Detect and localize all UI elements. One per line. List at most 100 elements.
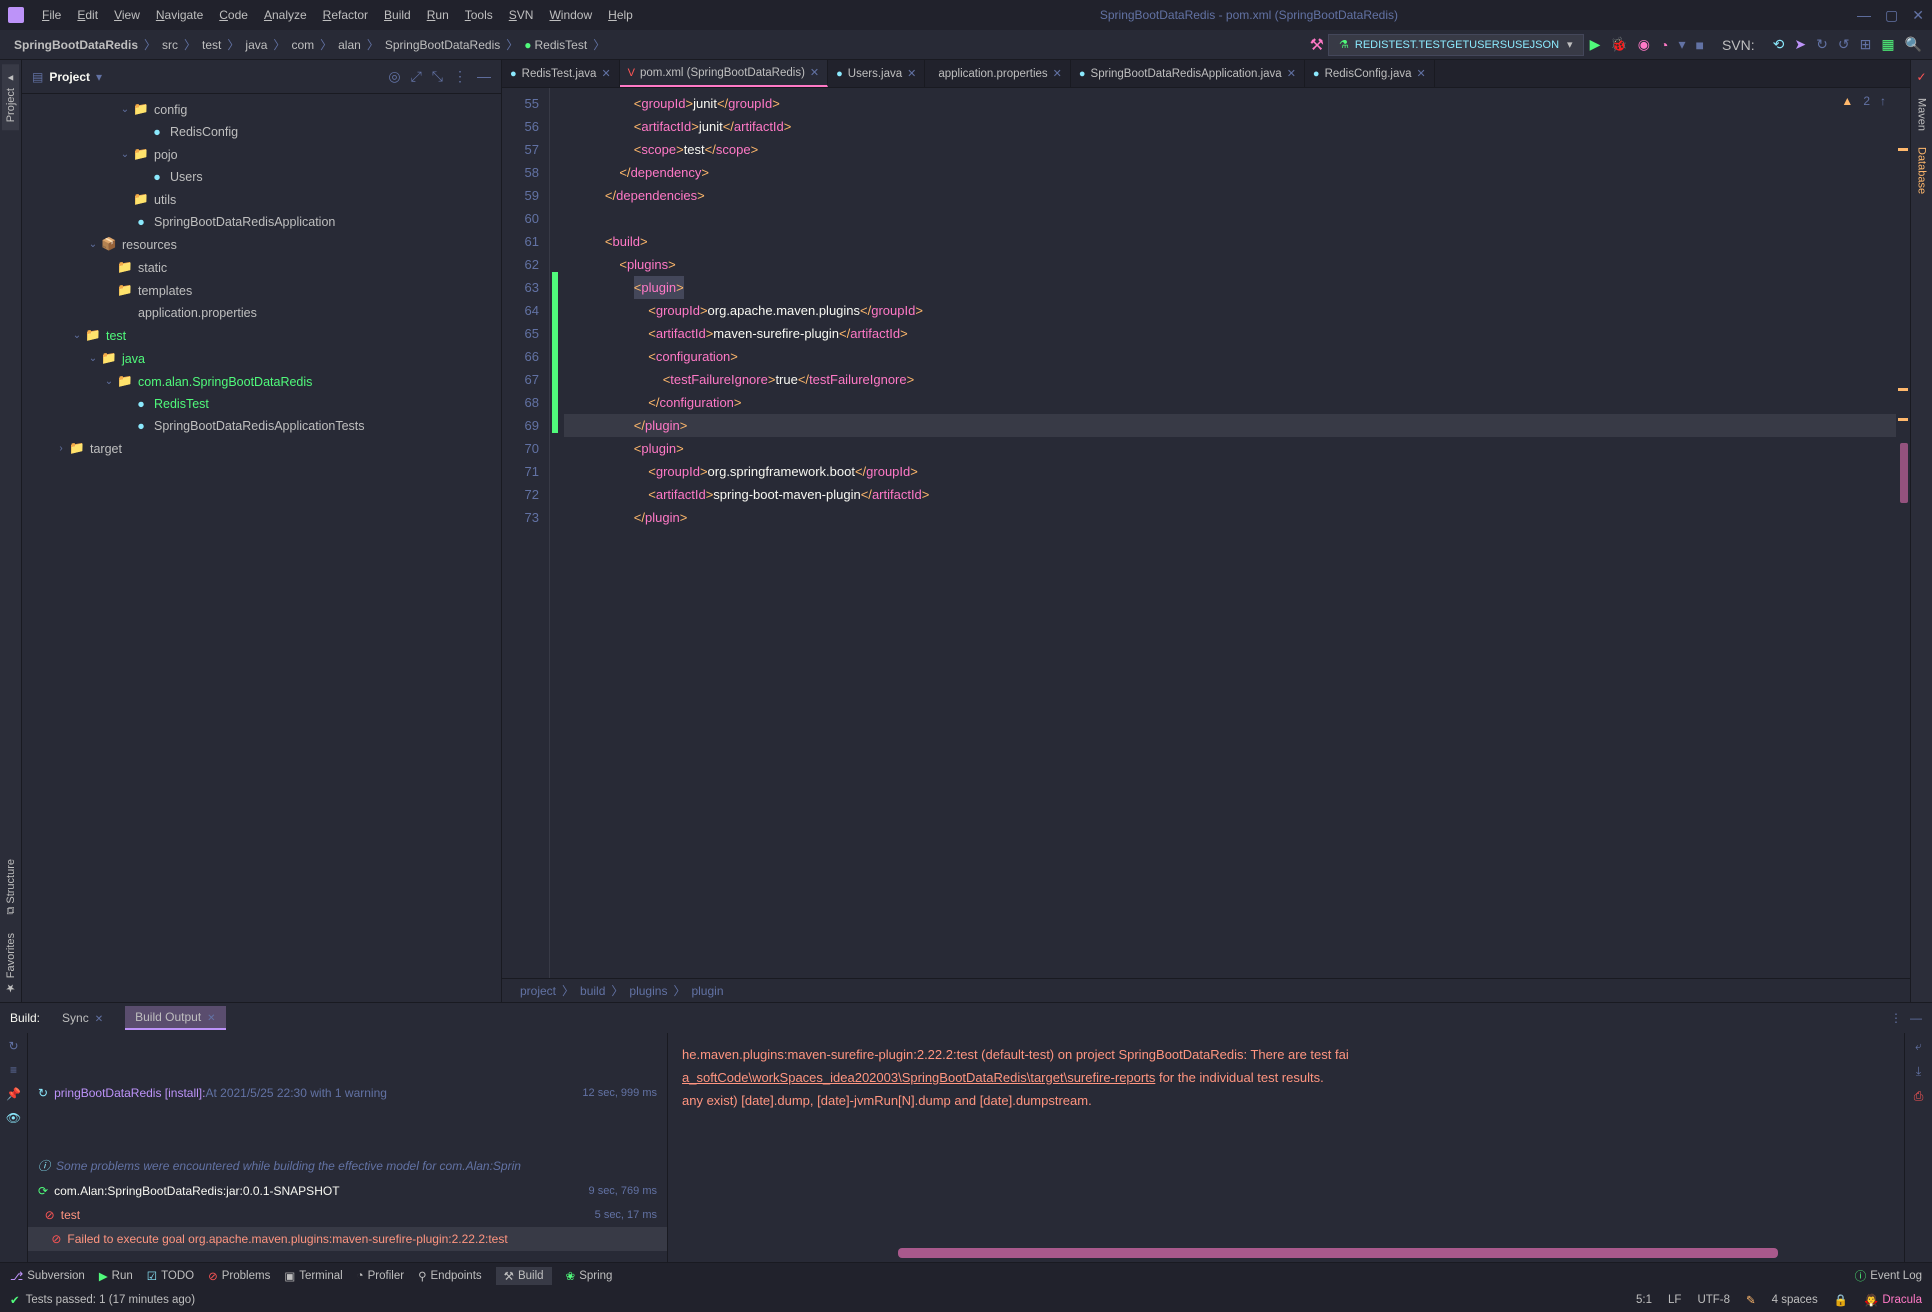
eye-icon[interactable]: 👁 [6,1111,21,1125]
line-separator[interactable]: LF [1668,1294,1681,1306]
minimize-panel-icon[interactable]: ― [477,68,491,85]
run-config-selector[interactable]: ⚗ REDISTEST.TESTGETUSERSUSEJSON ▾ [1328,34,1584,56]
minimize-icon[interactable]: ― [1857,7,1871,24]
project-tree[interactable]: ⌄📁config●RedisConfig⌄📁pojo●Users📁utils●S… [22,94,501,1002]
pin-icon[interactable]: 📌 [6,1087,21,1101]
todo-button[interactable]: ☑TODO [147,1269,194,1283]
profile-icon[interactable]: ◔ [1660,37,1668,53]
close-icon[interactable]: ✕ [810,66,819,79]
endpoints-button[interactable]: ⚲Endpoints [418,1269,482,1283]
scroll-end-icon[interactable]: ⤓ [1916,1064,1921,1079]
build-tree-row[interactable]: ⓘSome problems were encountered while bu… [28,1152,667,1179]
rerun-icon[interactable]: ↻ [8,1039,18,1053]
close-icon[interactable]: ✕ [95,1014,103,1025]
tree-item[interactable]: ●SpringBootDataRedisApplicationTests [22,415,501,437]
breadcrumb-item[interactable]: SpringBootDataRedis [381,38,504,52]
error-stripe[interactable] [1896,88,1910,978]
tree-item[interactable]: ●RedisConfig [22,121,501,143]
menu-navigate[interactable]: Navigate [148,4,211,26]
search-icon[interactable]: 🔍 [1905,36,1922,53]
prev-highlight-icon[interactable]: ↑ [1880,94,1886,108]
build-tree-row[interactable]: ⟳com.Alan:SpringBootDataRedis:jar:0.0.1-… [28,1179,667,1203]
breadcrumb-item[interactable]: com [287,38,318,52]
filter-icon[interactable]: ≡ [10,1063,17,1077]
menu-help[interactable]: Help [600,4,641,26]
profiler-button[interactable]: ◔Profiler [357,1270,404,1282]
spring-button[interactable]: ❀Spring [566,1269,613,1283]
tree-item[interactable]: ●SpringBootDataRedisApplication [22,211,501,233]
build-hammer-icon[interactable]: ⚒ [1310,35,1324,55]
editor-tab[interactable]: ●Users.java✕ [828,60,925,87]
menu-svn[interactable]: SVN [501,4,542,26]
warning-marker[interactable] [1898,388,1908,391]
more-icon[interactable]: ⋮ [1890,1011,1902,1025]
problems-button[interactable]: ⊘Problems [208,1269,270,1283]
editor-tab[interactable]: ●RedisTest.java✕ [502,60,620,87]
breadcrumb-item[interactable]: test [198,38,225,52]
lock-icon[interactable]: 🔒 [1834,1293,1848,1307]
editor-tab[interactable]: application.properties✕ [925,60,1071,87]
menu-edit[interactable]: Edit [69,4,106,26]
minimize-panel-icon[interactable]: ― [1910,1011,1922,1025]
run-icon[interactable]: ▶ [1590,36,1601,53]
tree-item[interactable]: ⌄📁test [22,324,501,347]
build-tree[interactable]: ↻pringBootDataRedis [install]: At 2021/5… [28,1033,668,1262]
build-button[interactable]: ⚒Build [496,1267,552,1285]
tree-item[interactable]: ⌄📁com.alan.SpringBootDataRedis [22,370,501,393]
close-icon[interactable]: ✕ [1287,67,1296,80]
vcs-commit-icon[interactable]: ➤ [1794,36,1806,53]
vcs-update-icon[interactable]: ⟲ [1773,36,1785,53]
horizontal-scrollbar[interactable] [898,1248,1778,1258]
readonly-lock-icon[interactable]: ✎ [1746,1293,1756,1307]
terminal-button[interactable]: ▣Terminal [284,1269,342,1283]
tree-item[interactable]: ⌄📁java [22,347,501,370]
breadcrumb-item[interactable]: ●RedisTest [520,38,591,52]
theme-badge[interactable]: 🧛Dracula [1864,1293,1922,1307]
target-icon[interactable]: ◎ [388,68,400,85]
breadcrumb-item[interactable]: src [158,38,182,52]
database-tool-tab[interactable]: Database [1914,139,1930,202]
editor-tab[interactable]: Vpom.xml (SpringBootDataRedis)✕ [620,60,828,87]
vcs-rollback-icon[interactable]: ↺ [1838,36,1850,53]
breadcrumb-item[interactable]: java [241,38,271,52]
tree-item[interactable]: 📁templates [22,279,501,302]
code-crumb[interactable]: plugin [691,984,723,998]
editor-tab[interactable]: ●RedisConfig.java✕ [1305,60,1435,87]
close-icon[interactable]: ✕ [601,67,610,80]
tree-item[interactable]: ⌄📁pojo [22,143,501,166]
tree-item[interactable]: ›📁target [22,437,501,460]
sync-tab[interactable]: Sync✕ [52,1007,113,1029]
change-marker[interactable] [1900,443,1908,503]
code-body[interactable]: <groupId>junit</groupId> <artifactId>jun… [564,88,1896,978]
menu-file[interactable]: File [34,4,69,26]
menu-window[interactable]: Window [541,4,600,26]
more-icon[interactable]: ⋮ [453,68,467,85]
favorites-tool-tab[interactable]: ★ Favorites [2,925,19,1002]
maximize-icon[interactable]: ▢ [1885,7,1898,24]
vcs-history-icon[interactable]: ↻ [1816,36,1828,53]
tree-item[interactable]: ⌄📦resources [22,233,501,256]
build-tree-row[interactable]: ⊘Failed to execute goal org.apache.maven… [28,1227,667,1251]
menu-code[interactable]: Code [211,4,256,26]
attach-icon[interactable]: ▾ [1678,36,1685,53]
tree-item[interactable]: 📁static [22,256,501,279]
debug-icon[interactable]: 🐞 [1610,36,1627,53]
split-icon[interactable]: ▦ [1881,36,1894,53]
indent-setting[interactable]: 4 spaces [1772,1294,1818,1306]
menu-run[interactable]: Run [419,4,457,26]
build-tree-row[interactable]: ⊘test5 sec, 17 ms [28,1203,667,1227]
warning-marker[interactable] [1898,148,1908,151]
build-output-console[interactable]: he.maven.plugins:maven-surefire-plugin:2… [668,1033,1904,1262]
warning-icon[interactable]: ▲ [1841,94,1853,108]
file-encoding[interactable]: UTF-8 [1697,1294,1730,1306]
coverage-icon[interactable]: ◉ [1638,36,1650,53]
tree-item[interactable]: ●Users [22,166,501,188]
close-icon[interactable]: ✕ [1417,67,1426,80]
menu-refactor[interactable]: Refactor [315,4,376,26]
code-editor[interactable]: ▲ 2 ↑ ↓ 55565758596061626364656667686970… [502,88,1910,978]
collapse-icon[interactable]: ⤡ [432,68,443,85]
close-icon[interactable]: ✕ [907,67,916,80]
event-log-button[interactable]: ⓘEvent Log [1855,1268,1922,1284]
breadcrumb-item[interactable]: SpringBootDataRedis [10,38,142,52]
tree-item[interactable]: 📁utils [22,188,501,211]
